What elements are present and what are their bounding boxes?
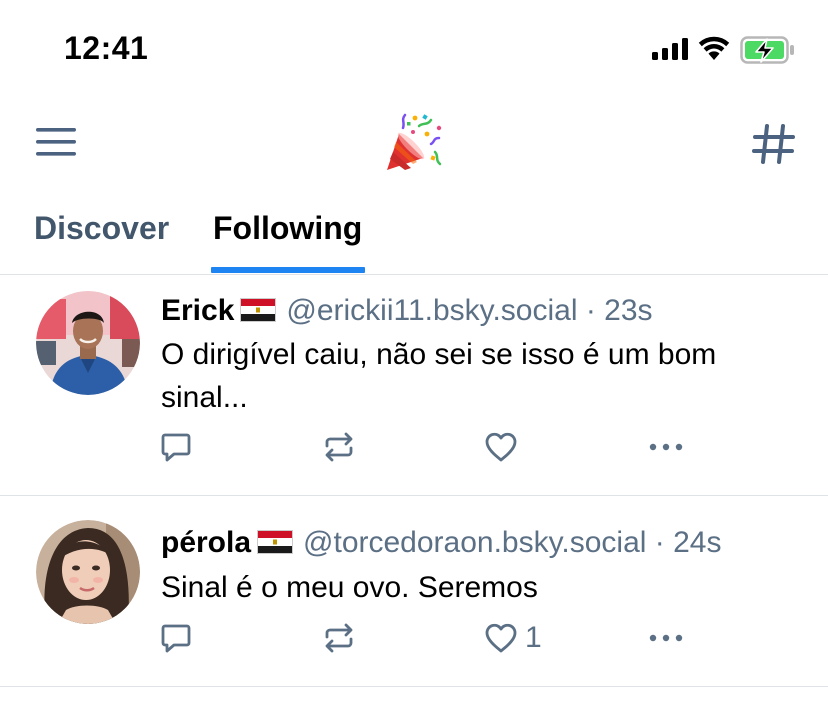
cellular-signal-icon <box>652 38 688 60</box>
flag-egypt-icon <box>240 298 277 322</box>
feed-post[interactable]: Erick @erickii11.bsky.social · 23s O dir… <box>0 275 828 496</box>
party-popper-icon <box>387 113 442 170</box>
author-name[interactable]: pérola <box>161 526 251 559</box>
post-timestamp: · 24s <box>654 526 722 559</box>
post-text: O dirigível caiu, não sei se isso é um b… <box>161 338 717 414</box>
author-avatar[interactable] <box>36 291 140 395</box>
battery-charging-icon <box>740 36 794 64</box>
hashtag-icon[interactable] <box>752 124 796 164</box>
more-options-icon[interactable] <box>648 431 684 463</box>
like-count: 1 <box>525 621 542 654</box>
author-handle[interactable]: @erickii11.bsky.social <box>286 294 577 327</box>
tab-discover[interactable]: Discover <box>34 210 169 247</box>
author-avatar[interactable] <box>36 520 140 624</box>
status-time: 12:41 <box>64 30 149 66</box>
status-bar: 12:41 <box>0 0 828 96</box>
feed-post[interactable]: pérola @torcedoraon.bsky.social · 24s Si… <box>0 496 828 687</box>
flag-egypt-icon <box>257 530 294 554</box>
reply-icon[interactable] <box>160 622 192 654</box>
like-heart-icon[interactable] <box>484 622 518 654</box>
active-tab-indicator <box>211 267 365 273</box>
post-header: pérola @torcedoraon.bsky.social · 24s <box>161 523 721 563</box>
tab-following[interactable]: Following <box>213 210 362 247</box>
post-header: Erick @erickii11.bsky.social · 23s <box>161 291 653 331</box>
repost-icon[interactable] <box>322 431 356 463</box>
author-name[interactable]: Erick <box>161 294 234 327</box>
reply-icon[interactable] <box>160 431 192 463</box>
more-options-icon[interactable] <box>648 622 684 654</box>
like-heart-icon[interactable] <box>484 431 518 463</box>
repost-icon[interactable] <box>322 622 356 654</box>
author-handle[interactable]: @torcedoraon.bsky.social <box>303 526 646 559</box>
feed-tabs: Discover Following <box>0 192 828 275</box>
post-timestamp: · 23s <box>585 294 653 327</box>
wifi-icon <box>698 36 730 60</box>
hamburger-menu-icon[interactable] <box>36 126 76 158</box>
app-header <box>0 96 828 192</box>
post-text: Sinal é o meu ovo. Seremos <box>161 571 538 604</box>
